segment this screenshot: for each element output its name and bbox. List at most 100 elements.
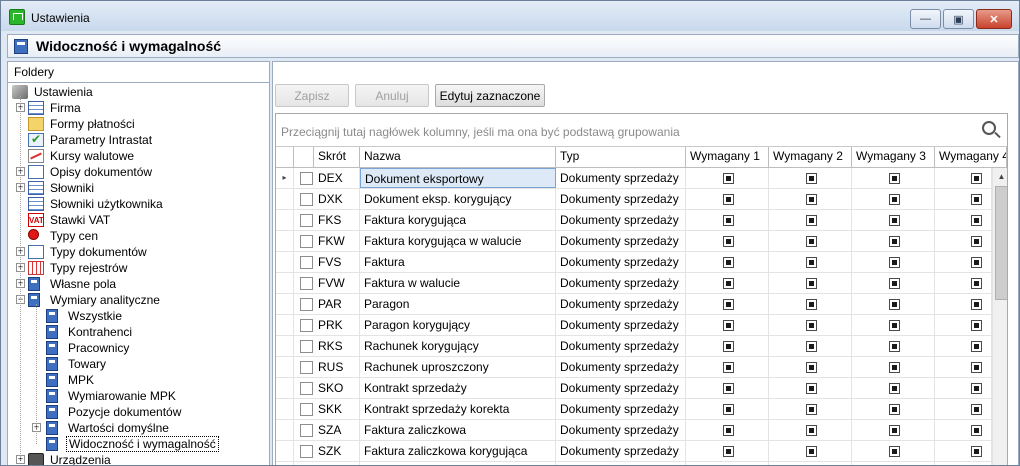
- tree-item[interactable]: Widoczność i wymagalność: [8, 436, 270, 452]
- cell-wymagany-2[interactable]: [769, 420, 852, 440]
- tree-item[interactable]: Formy płatności: [8, 116, 270, 132]
- cell-typ[interactable]: Dokumenty sprzedaży: [556, 336, 686, 356]
- row-select-checkbox[interactable]: [300, 382, 313, 395]
- cell-typ[interactable]: Dokumenty sprzedaży: [556, 294, 686, 314]
- cell-wymagany-3[interactable]: [852, 252, 935, 272]
- column-header-skrot[interactable]: Skrót: [314, 147, 360, 167]
- cell-nazwa[interactable]: Dokument eksportowy: [360, 168, 556, 188]
- cell-typ[interactable]: Dokumenty sprzedaży: [556, 378, 686, 398]
- cell-wymagany-3[interactable]: [852, 462, 935, 465]
- cancel-button[interactable]: Anuluj: [355, 84, 429, 107]
- row-indicator[interactable]: [276, 252, 294, 272]
- search-icon[interactable]: [982, 121, 996, 135]
- required-checkbox[interactable]: [971, 425, 982, 436]
- required-checkbox[interactable]: [971, 362, 982, 373]
- cell-typ[interactable]: Dokumenty sprzedaży: [556, 273, 686, 293]
- row-indicator[interactable]: [276, 357, 294, 377]
- cell-nazwa[interactable]: Rachunek korygujący: [360, 336, 556, 356]
- cell-nazwa[interactable]: Paragon: [360, 294, 556, 314]
- cell-nazwa[interactable]: Faktura zaliczkowa: [360, 420, 556, 440]
- row-select-checkbox[interactable]: [300, 319, 313, 332]
- required-checkbox[interactable]: [971, 341, 982, 352]
- cell-wymagany-4[interactable]: [935, 294, 992, 314]
- save-button[interactable]: Zapisz: [275, 84, 349, 107]
- required-checkbox[interactable]: [723, 404, 734, 415]
- table-row[interactable]: TA...Faktura ...Dokumenty sprzedaży: [276, 462, 992, 465]
- cell-wymagany-4[interactable]: [935, 399, 992, 419]
- scrollbar-thumb[interactable]: [995, 186, 1007, 300]
- required-checkbox[interactable]: [723, 278, 734, 289]
- tree-item[interactable]: Wymiarowanie MPK: [8, 388, 270, 404]
- cell-skrot[interactable]: DXK: [314, 189, 360, 209]
- required-checkbox[interactable]: [971, 404, 982, 415]
- row-select-checkbox[interactable]: [300, 172, 313, 185]
- tree-item[interactable]: Typy cen: [8, 228, 270, 244]
- row-select-checkbox[interactable]: [300, 424, 313, 437]
- required-checkbox[interactable]: [971, 278, 982, 289]
- row-select-checkbox[interactable]: [300, 361, 313, 374]
- required-checkbox[interactable]: [889, 383, 900, 394]
- required-checkbox[interactable]: [723, 236, 734, 247]
- cell-wymagany-3[interactable]: [852, 294, 935, 314]
- required-checkbox[interactable]: [889, 320, 900, 331]
- row-indicator[interactable]: [276, 441, 294, 461]
- cell-wymagany-1[interactable]: [686, 294, 769, 314]
- required-checkbox[interactable]: [723, 383, 734, 394]
- cell-wymagany-1[interactable]: [686, 315, 769, 335]
- table-row[interactable]: ▸ DEX Dokument eksportowy Dokumenty sprzeda…: [276, 168, 992, 189]
- cell-skrot[interactable]: SKK: [314, 399, 360, 419]
- cell-wymagany-2[interactable]: [769, 378, 852, 398]
- required-checkbox[interactable]: [889, 362, 900, 373]
- cell-wymagany-2[interactable]: [769, 189, 852, 209]
- cell-skrot[interactable]: FKS: [314, 210, 360, 230]
- cell-wymagany-2[interactable]: [769, 336, 852, 356]
- required-checkbox[interactable]: [723, 425, 734, 436]
- required-checkbox[interactable]: [723, 362, 734, 373]
- row-indicator[interactable]: [276, 462, 294, 465]
- cell-wymagany-1[interactable]: [686, 231, 769, 251]
- row-select-checkbox[interactable]: [300, 214, 313, 227]
- tree-item[interactable]: + Słowniki: [8, 180, 270, 196]
- required-checkbox[interactable]: [889, 236, 900, 247]
- tree-item[interactable]: Kontrahenci: [8, 324, 270, 340]
- cell-wymagany-1[interactable]: [686, 462, 769, 465]
- cell-nazwa[interactable]: Faktura korygująca: [360, 210, 556, 230]
- cell-skrot[interactable]: SZK: [314, 441, 360, 461]
- cell-wymagany-3[interactable]: [852, 210, 935, 230]
- required-checkbox[interactable]: [806, 299, 817, 310]
- cell-skrot[interactable]: RKS: [314, 336, 360, 356]
- required-checkbox[interactable]: [723, 320, 734, 331]
- close-button[interactable]: ✕: [976, 9, 1012, 29]
- required-checkbox[interactable]: [723, 194, 734, 205]
- required-checkbox[interactable]: [723, 299, 734, 310]
- cell-wymagany-4[interactable]: [935, 378, 992, 398]
- cell-typ[interactable]: Dokumenty sprzedaży: [556, 399, 686, 419]
- cell-wymagany-2[interactable]: [769, 399, 852, 419]
- required-checkbox[interactable]: [723, 215, 734, 226]
- cell-wymagany-2[interactable]: [769, 441, 852, 461]
- tree-item[interactable]: − Wymiary analityczne: [8, 292, 270, 308]
- required-checkbox[interactable]: [806, 446, 817, 457]
- row-select-checkbox[interactable]: [300, 277, 313, 290]
- cell-skrot[interactable]: SKO: [314, 378, 360, 398]
- required-checkbox[interactable]: [889, 215, 900, 226]
- required-checkbox[interactable]: [889, 278, 900, 289]
- scroll-up-arrow-icon[interactable]: ▲: [993, 168, 1007, 185]
- cell-wymagany-2[interactable]: [769, 168, 852, 188]
- cell-wymagany-4[interactable]: [935, 210, 992, 230]
- cell-wymagany-1[interactable]: [686, 357, 769, 377]
- cell-typ[interactable]: Dokumenty sprzedaży: [556, 462, 686, 465]
- required-checkbox[interactable]: [889, 446, 900, 457]
- cell-typ[interactable]: Dokumenty sprzedaży: [556, 189, 686, 209]
- cell-nazwa[interactable]: Rachunek uproszczony: [360, 357, 556, 377]
- cell-wymagany-3[interactable]: [852, 168, 935, 188]
- required-checkbox[interactable]: [971, 383, 982, 394]
- required-checkbox[interactable]: [889, 299, 900, 310]
- tree-item[interactable]: + Opisy dokumentów: [8, 164, 270, 180]
- row-select-checkbox[interactable]: [300, 256, 313, 269]
- cell-typ[interactable]: Dokumenty sprzedaży: [556, 441, 686, 461]
- cell-skrot[interactable]: SZA: [314, 420, 360, 440]
- row-select-checkbox[interactable]: [300, 193, 313, 206]
- cell-wymagany-2[interactable]: [769, 252, 852, 272]
- row-indicator[interactable]: [276, 399, 294, 419]
